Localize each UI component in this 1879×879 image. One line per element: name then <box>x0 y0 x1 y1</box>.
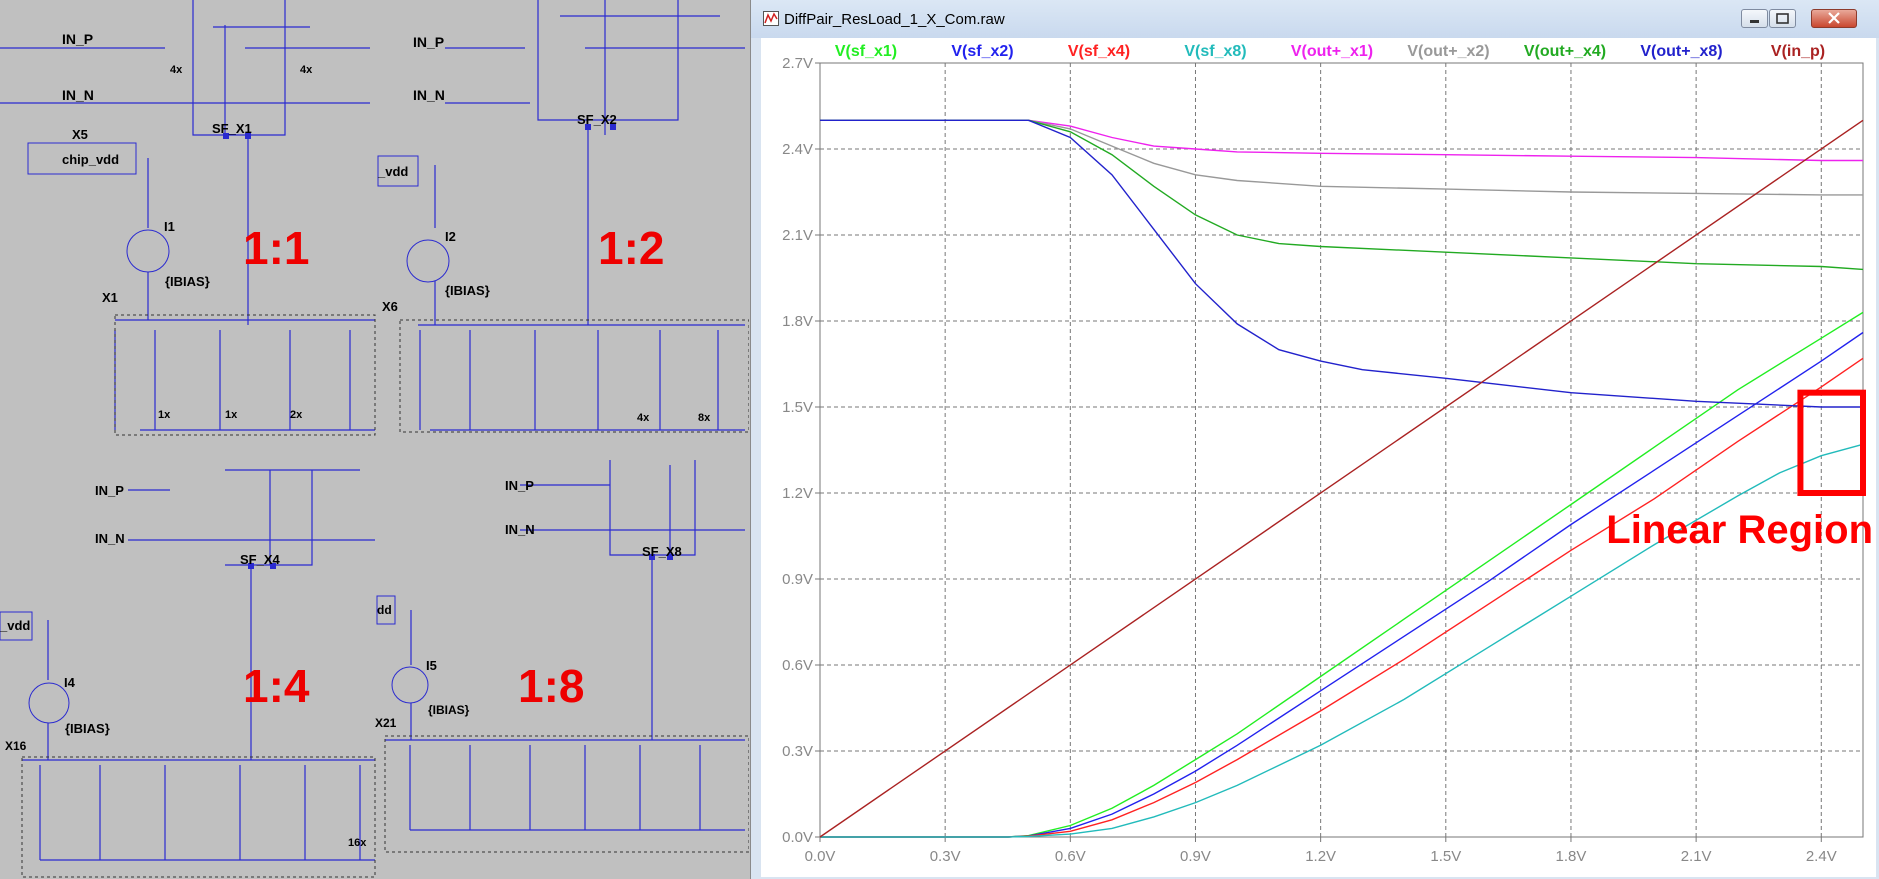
window-title: DiffPair_ResLoad_1_X_Com.raw <box>784 11 1005 28</box>
y-tick-label: 0.0V <box>782 829 813 846</box>
x-tick-label: 0.6V <box>1055 848 1086 865</box>
window-titlebar[interactable]: DiffPair_ResLoad_1_X_Com.raw <box>751 0 1879 38</box>
y-tick-label: 2.1V <box>782 227 813 244</box>
net-label: IN_P <box>505 478 534 493</box>
close-icon <box>1828 12 1840 24</box>
instance-label: X5 <box>72 127 88 142</box>
bias-label: {IBIAS} <box>428 703 470 717</box>
y-tick-label: 0.9V <box>782 571 813 588</box>
minimize-icon <box>1750 20 1759 23</box>
legend-entry[interactable]: V(out+_x4) <box>1524 43 1606 60</box>
bias-label: {IBIAS} <box>445 283 490 298</box>
plot-frame <box>819 62 1864 838</box>
waveform-window[interactable]: DiffPair_ResLoad_1_X_Com.raw 0.0V 0.3V 0.6… <box>750 0 1879 879</box>
x-tick-label: 0.9V <box>1180 848 1211 865</box>
minimize-button[interactable] <box>1741 9 1768 28</box>
legend-entry[interactable]: V(sf_x1) <box>835 43 897 60</box>
device-size-label: 2x <box>290 409 303 421</box>
legend-entry[interactable]: V(sf_x8) <box>1184 43 1246 60</box>
y-tick-label: 1.2V <box>782 485 813 502</box>
ratio-label: 1:2 <box>598 222 664 274</box>
supply-label: _vdd <box>377 164 408 179</box>
y-tick-label: 1.8V <box>782 313 813 330</box>
x-tick-label: 0.0V <box>805 848 836 865</box>
legend-entry[interactable]: V(sf_x2) <box>951 43 1013 60</box>
sf-label: SF_X4 <box>240 552 281 567</box>
instance-label: X16 <box>5 739 27 753</box>
current-source-label: I5 <box>426 658 437 673</box>
bias-label: {IBIAS} <box>65 721 110 736</box>
x-tick-label: 1.8V <box>1556 848 1587 865</box>
x-tick-label: 0.3V <box>930 848 961 865</box>
net-label: IN_N <box>62 87 94 103</box>
supply-label: chip_vdd <box>62 152 119 167</box>
device-size-label: 4x <box>637 412 650 424</box>
device-size-label: 1x <box>158 409 171 421</box>
net-label: IN_N <box>505 522 535 537</box>
x-tick-label: 2.4V <box>1806 848 1837 865</box>
device-size-label: 4x <box>300 64 313 76</box>
schematic-canvas: IN_P IN_N IN_P IN_N IN_P IN_N IN_P IN_N … <box>0 0 749 878</box>
legend-entry[interactable]: V(out+_x2) <box>1407 43 1489 60</box>
supply-label: _vdd <box>0 618 30 633</box>
instance-label: X6 <box>382 299 398 314</box>
maximize-button[interactable] <box>1769 9 1796 28</box>
instance-label: X21 <box>375 716 397 730</box>
current-source-label: I4 <box>64 675 76 690</box>
ratio-label: 1:8 <box>518 660 584 712</box>
schematic-pane[interactable]: IN_P IN_N IN_P IN_N IN_P IN_N IN_P IN_N … <box>0 0 749 879</box>
net-label: IN_P <box>62 31 93 47</box>
linear-region-label: Linear Region <box>1606 508 1873 552</box>
plot-area[interactable]: 0.0V 0.3V 0.6V 0.9V 1.2V 1.5V 1.8V 2.1V 2.4V 0.0V… <box>761 38 1876 877</box>
current-source-label: I1 <box>164 219 175 234</box>
legend-entry[interactable]: V(sf_x4) <box>1068 43 1130 60</box>
net-label: IN_P <box>95 483 124 498</box>
instance-label: X1 <box>102 290 118 305</box>
device-size-label: 8x <box>698 412 711 424</box>
x-tick-label: 1.2V <box>1305 848 1336 865</box>
y-tick-label: 0.3V <box>782 743 813 760</box>
sf-label: SF_X2 <box>577 112 617 127</box>
y-tick-label: 1.5V <box>782 399 813 416</box>
current-source-label: I2 <box>445 229 456 244</box>
schematic-wires <box>0 0 745 861</box>
net-label: IN_N <box>413 87 445 103</box>
device-size-label: 1x <box>225 409 238 421</box>
x-tick-label: 2.1V <box>1681 848 1712 865</box>
device-size-label: 16x <box>348 837 367 849</box>
maximize-icon <box>1776 13 1789 24</box>
net-label: IN_P <box>413 34 444 50</box>
ratio-label: 1:1 <box>243 222 309 274</box>
sf-label: SF_X1 <box>212 121 252 136</box>
y-tick-label: 2.7V <box>782 55 813 72</box>
waveform-chart[interactable]: 0.0V 0.3V 0.6V 0.9V 1.2V 1.5V 1.8V 2.1V 2.4V 0.0V… <box>761 38 1876 877</box>
ratio-label: 1:4 <box>243 660 310 712</box>
close-button[interactable] <box>1811 9 1857 28</box>
sf-label: SF_X8 <box>642 544 682 559</box>
screen: IN_P IN_N IN_P IN_N IN_P IN_N IN_P IN_N … <box>0 0 1879 879</box>
y-tick-label: 2.4V <box>782 141 813 158</box>
net-label: IN_N <box>95 531 125 546</box>
y-tick-label: 0.6V <box>782 657 813 674</box>
waveform-icon <box>763 11 779 26</box>
legend-entry[interactable]: V(out+_x1) <box>1291 43 1373 60</box>
legend-entry[interactable]: V(in_p) <box>1771 43 1825 60</box>
x-tick-label: 1.5V <box>1430 848 1461 865</box>
legend-entry[interactable]: V(out+_x8) <box>1640 43 1722 60</box>
bias-label: {IBIAS} <box>165 274 210 289</box>
supply-label: dd <box>377 603 392 617</box>
device-size-label: 4x <box>170 64 183 76</box>
